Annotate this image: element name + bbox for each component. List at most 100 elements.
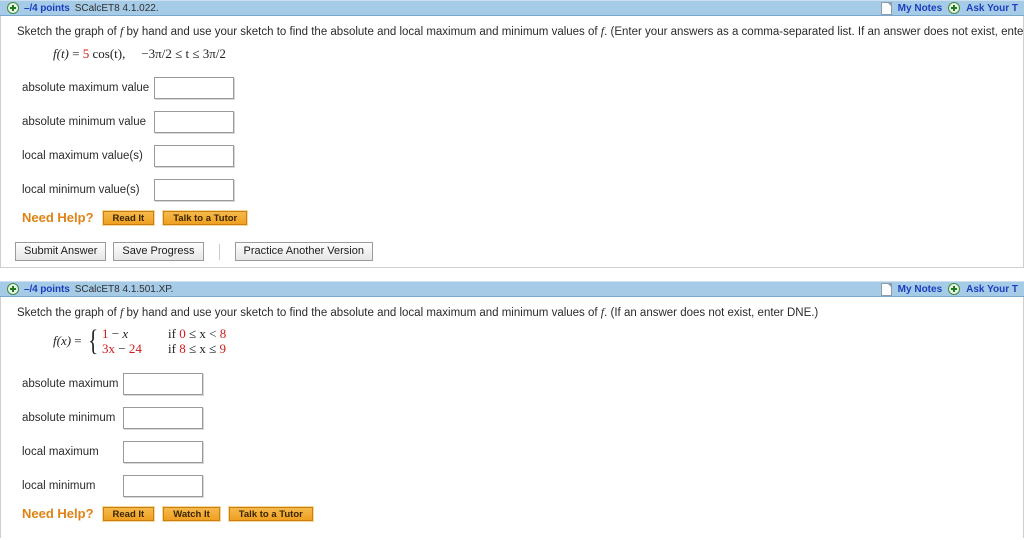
piecewise-rel-2: ≤ x ≤ [189,341,217,356]
formula-coefficient: 5 [82,46,90,61]
question-pre: Sketch the graph of [17,26,120,38]
answer-row: local maximum value(s) [1,139,1023,173]
answer-row: local minimum value(s) [1,173,1023,207]
answer-label: local maximum [22,446,99,458]
points-label: –/4 points [24,283,70,295]
formula-equals: = [72,46,80,61]
ask-your-teacher-link[interactable]: Ask Your T [966,3,1018,14]
local-minimum-input[interactable] [123,475,203,497]
piecewise-if-1: if [168,326,176,341]
read-it-button[interactable]: Read It [101,505,156,522]
problem-header-2: –/4 points SCalcET8 4.1.501.XP. My Notes… [0,281,1024,297]
need-help-label: Need Help? [22,506,94,521]
piecewise-expression-1: 1 − x [102,326,168,342]
plus-circle-icon[interactable] [7,283,19,295]
absolute-maximum-input[interactable] [123,373,203,395]
question-pre: Sketch the graph of [17,307,120,319]
need-help-label: Need Help? [22,210,94,225]
ask-plus-circle-icon[interactable] [948,283,961,295]
absolute-minimum-input[interactable] [123,407,203,429]
problem-header-1: –/4 points SCalcET8 4.1.022. My Notes As… [0,0,1024,16]
piecewise-expression-2: 3x − 24 [102,341,168,357]
piecewise-case-row: 1 − x if 0 ≤ x < 8 [102,326,226,341]
ask-plus-circle-icon[interactable] [948,2,961,14]
piecewise-brace-icon: { [87,324,98,357]
absolute-maximum-value-input[interactable] [154,77,234,99]
watch-it-button[interactable]: Watch It [162,505,221,522]
formula-1: f(t) = 5 cos(t), −3π/2 ≤ t ≤ 3π/2 [1,39,1023,62]
answer-row: absolute maximum [1,367,1023,401]
answer-label: local maximum value(s) [22,150,143,162]
question-post: . (Enter your answers as a comma-separat… [604,26,1024,38]
problem-block-1: –/4 points SCalcET8 4.1.022. My Notes As… [0,0,1024,268]
piecewise-expr-op: − [111,326,120,341]
problem-header-left-2: –/4 points SCalcET8 4.1.501.XP. [7,283,173,295]
my-notes-link[interactable]: My Notes [898,284,942,295]
piecewise-condition-2: if 8 ≤ x ≤ 9 [168,341,226,357]
piecewise-condition-1: if 0 ≤ x < 8 [168,326,226,342]
question-mid: by hand and use your sketch to find the … [123,307,601,319]
formula-lhs: f(x) [53,333,72,348]
answer-label: local minimum value(s) [22,184,140,196]
local-maximum-input[interactable] [123,441,203,463]
formula-lhs: f(t) [53,46,69,61]
piecewise-expr-op: − [118,341,126,356]
answer-list-1: absolute maximum value absolute minimum … [1,62,1023,207]
note-page-icon[interactable] [880,282,892,296]
question-post: . (If an answer does not exist, enter DN… [604,307,819,319]
piecewise-lo-1: 0 [179,326,186,341]
talk-to-a-tutor-button[interactable]: Talk to a Tutor [162,209,249,226]
formula-2: f(x) = { 1 − x if 0 ≤ x < 8 3x − 24 if 8… [1,320,1023,357]
problem-header-right-1: My Notes Ask Your T [880,1,1018,15]
submit-answer-button[interactable]: Submit Answer [15,242,107,261]
talk-to-a-tutor-button[interactable]: Talk to a Tutor [227,505,314,522]
problem-header-right-2: My Notes Ask Your T [880,282,1018,296]
answer-row: absolute maximum value [1,71,1023,105]
problem-header-left-1: –/4 points SCalcET8 4.1.022. [7,2,159,14]
answer-row: local maximum [1,435,1023,469]
need-help-row-2: Need Help? Read It Watch It Talk to a Tu… [1,505,1023,522]
read-it-button[interactable]: Read It [101,209,156,226]
answer-label: absolute maximum value [22,82,150,94]
answer-label: local minimum [22,480,96,492]
problem-footer-1: Submit Answer Save Progress Practice Ano… [1,234,1023,269]
answer-row: local minimum [1,469,1023,503]
practice-another-version-button[interactable]: Practice Another Version [234,242,373,261]
piecewise-expr-c: 24 [128,341,142,356]
local-minimum-values-input[interactable] [154,179,234,201]
answer-label: absolute minimum value [22,116,147,128]
points-label: –/4 points [24,2,70,14]
answer-row: absolute minimum [1,401,1023,435]
note-page-icon[interactable] [880,1,892,15]
absolute-minimum-value-input[interactable] [154,111,234,133]
formula-domain: −3π/2 ≤ t ≤ 3π/2 [141,46,226,61]
piecewise-expr-a: 1 [102,326,109,341]
formula-rest: cos(t), [92,46,126,61]
save-progress-button[interactable]: Save Progress [113,242,204,261]
answer-row: absolute minimum value [1,105,1023,139]
assignment-page: –/4 points SCalcET8 4.1.022. My Notes As… [0,0,1024,540]
problem-code: SCalcET8 4.1.501.XP. [74,283,174,295]
local-maximum-values-input[interactable] [154,145,234,167]
problem-block-2: –/4 points SCalcET8 4.1.501.XP. My Notes… [0,281,1024,538]
answer-label: absolute maximum [22,378,119,390]
formula-equals: = [74,333,82,348]
piecewise-expr-a: 3x [102,341,116,356]
plus-circle-icon[interactable] [7,2,19,14]
piecewise-hi-2: 9 [219,341,227,356]
question-text-2: Sketch the graph of f by hand and use yo… [1,297,1023,320]
problem-code: SCalcET8 4.1.022. [74,2,159,14]
problem-body-2: Sketch the graph of f by hand and use yo… [0,297,1024,538]
piecewise-hi-1: 8 [219,326,227,341]
need-help-row-1: Need Help? Read It Talk to a Tutor [1,209,1023,226]
answer-label: absolute minimum [22,412,116,424]
question-text-1: Sketch the graph of f by hand and use yo… [1,16,1024,39]
piecewise-case-row: 3x − 24 if 8 ≤ x ≤ 9 [102,341,226,356]
problem-body-1: Sketch the graph of f by hand and use yo… [0,16,1024,268]
answer-list-2: absolute maximum absolute minimum local … [1,356,1023,503]
piecewise-expr-c: x [122,326,129,341]
ask-your-teacher-link[interactable]: Ask Your T [966,284,1018,295]
footer-divider [218,243,220,260]
piecewise-cases: 1 − x if 0 ≤ x < 8 3x − 24 if 8 ≤ x ≤ 9 [102,326,226,356]
my-notes-link[interactable]: My Notes [898,3,942,14]
